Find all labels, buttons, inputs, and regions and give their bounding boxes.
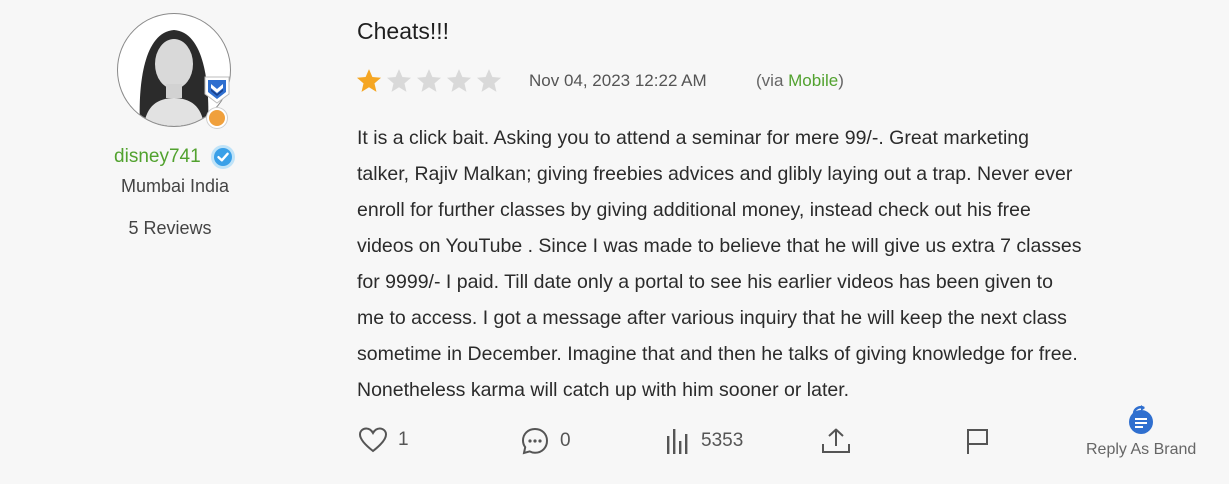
username-link[interactable]: disney741 [114, 146, 201, 167]
avatar-container[interactable] [117, 13, 231, 128]
username-row: disney741 [0, 144, 350, 170]
review-body-line: It is a click bait. Asking you to attend… [357, 127, 1029, 149]
star-rating [355, 67, 503, 95]
review-title[interactable]: Cheats!!! [357, 18, 449, 45]
comment-count: 0 [560, 430, 571, 451]
reply-as-brand-link[interactable]: Reply As Brand [1086, 441, 1196, 459]
share-upload-icon [822, 428, 850, 453]
review-body: It is a click bait. Asking you to attend… [357, 120, 1207, 408]
views-indicator: 5353 [665, 426, 743, 456]
verified-check-icon [210, 145, 235, 169]
like-count: 1 [398, 429, 409, 450]
heart-icon [358, 427, 388, 453]
star-empty-icon [446, 69, 472, 92]
reply-as-brand-icon[interactable] [1126, 404, 1156, 436]
online-status-dot [207, 108, 227, 128]
review-body-line: sometime in December. Imagine that and t… [357, 343, 1078, 365]
star-filled-icon [356, 69, 382, 92]
review-body-line: for 9999/- I paid. Till date only a port… [357, 271, 1053, 293]
like-button[interactable]: 1 [358, 426, 409, 454]
report-flag-button[interactable] [963, 426, 991, 456]
review-body-line: talker, Rajiv Malkan; giving freebies ad… [357, 163, 1073, 185]
review-body-line: me to access. I got a message after vari… [357, 307, 1067, 329]
via-source-link[interactable]: Mobile [788, 71, 838, 90]
comment-button[interactable]: 0 [520, 426, 571, 456]
review-card: disney741 Mumbai India 5 Reviews Cheats!… [0, 0, 1229, 484]
flag-icon [967, 429, 988, 454]
review-source: (via Mobile) [756, 71, 844, 91]
review-body-line: Nonetheless karma will catch up with him… [357, 379, 850, 401]
star-empty-icon [476, 69, 502, 92]
reviewer-location: Mumbai India [120, 176, 230, 196]
star-empty-icon [416, 69, 442, 92]
star-empty-icon [386, 69, 412, 92]
review-date: Nov 04, 2023 12:22 AM [529, 71, 707, 90]
review-body-line: enroll for further classes by giving add… [357, 199, 1031, 221]
via-suffix: ) [838, 71, 844, 90]
shield-chevron-badge-icon [204, 76, 230, 104]
share-button[interactable] [820, 426, 852, 456]
reviews-count-link[interactable]: 5 Reviews [0, 218, 340, 239]
comment-bubble-icon [521, 427, 549, 455]
views-count: 5353 [701, 430, 744, 451]
review-body-line: videos on YouTube . Since I was made to … [357, 235, 1082, 257]
via-prefix: (via [756, 71, 789, 90]
bar-chart-icon [667, 429, 688, 454]
